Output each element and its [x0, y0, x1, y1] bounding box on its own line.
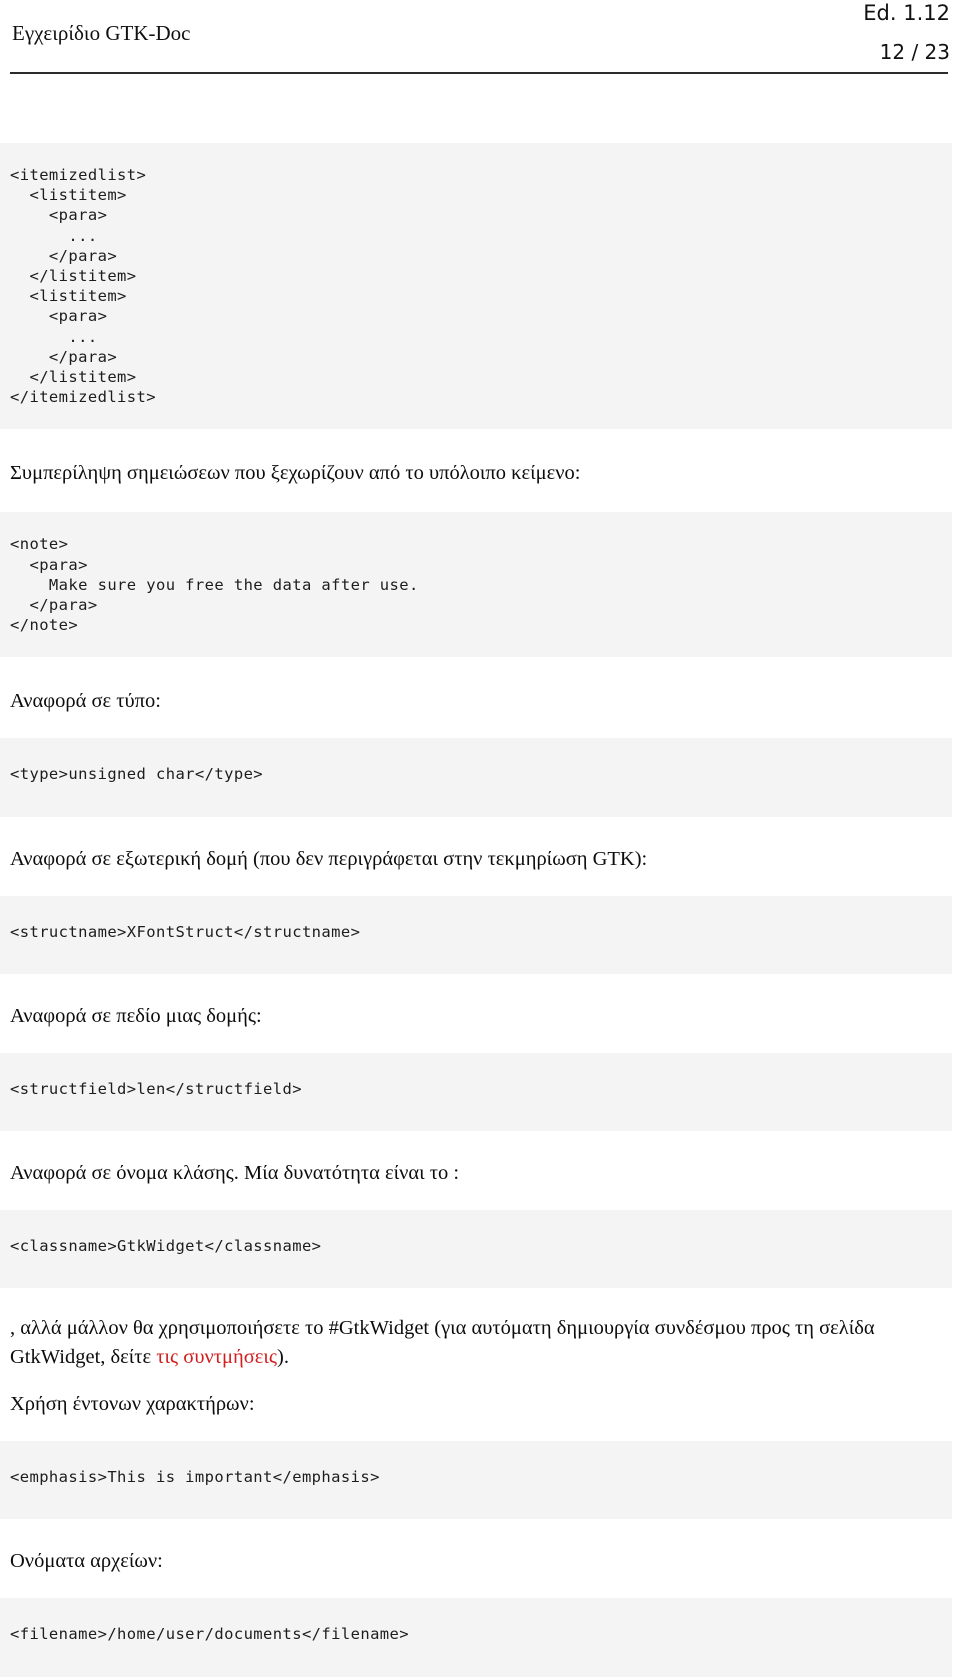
code-block-type: <type>unsigned char</type> [0, 738, 952, 817]
document-page: Εγχειρίδιο GTK-Doc Ed. 1.12 12 / 23 <ite… [0, 0, 960, 1677]
code-block-itemizedlist: <itemizedlist> <listitem> <para> ... </p… [0, 143, 952, 430]
widget-note-text-after: ). [277, 1346, 289, 1369]
code-block-structname: <structname>XFontStruct</structname> [0, 895, 952, 974]
header-divider [10, 72, 948, 74]
paragraph-widget-note: , αλλά μάλλον θα χρησιμοποιήσετε το #Gtk… [0, 1314, 960, 1372]
widget-note-text-before: , αλλά μάλλον θα χρησιμοποιήσετε το #Gtk… [10, 1317, 875, 1369]
paragraph-emphasis-intro: Χρήση έντονων χαρακτήρων: [10, 1393, 255, 1416]
page-header: Εγχειρίδιο GTK-Doc Ed. 1.12 12 / 23 [0, 0, 960, 78]
paragraph-note-intro: Συμπερίληψη σημειώσεων που ξεχωρίζουν απ… [10, 462, 581, 485]
paragraph-structfield-intro: Αναφορά σε πεδίο μιας δομής: [10, 1004, 262, 1027]
code-block-note: <note> <para> Make sure you free the dat… [0, 512, 952, 658]
paragraph-structname-intro: Αναφορά σε εξωτερική δομή (που δεν περιγ… [10, 847, 648, 870]
paragraph-classname-intro: Αναφορά σε όνομα κλάσης. Μία δυνατότητα … [10, 1162, 460, 1185]
abbreviations-link[interactable]: τις συντμήσεις [156, 1346, 277, 1368]
page-number: 12 / 23 [879, 40, 950, 64]
edition-label: Ed. 1.12 [863, 1, 950, 25]
paragraph-type-intro: Αναφορά σε τύπο: [10, 690, 161, 713]
paragraph-filename-intro: Ονόματα αρχείων: [10, 1550, 163, 1573]
document-title: Εγχειρίδιο GTK-Doc [12, 21, 191, 45]
code-block-filename: <filename>/home/user/documents</filename… [0, 1598, 952, 1677]
code-block-emphasis: <emphasis>This is important</emphasis> [0, 1441, 952, 1520]
code-block-classname: <classname>GtkWidget</classname> [0, 1210, 952, 1289]
code-block-structfield: <structfield>len</structfield> [0, 1052, 952, 1132]
page-content: <itemizedlist> <listitem> <para> ... </p… [0, 78, 960, 1677]
